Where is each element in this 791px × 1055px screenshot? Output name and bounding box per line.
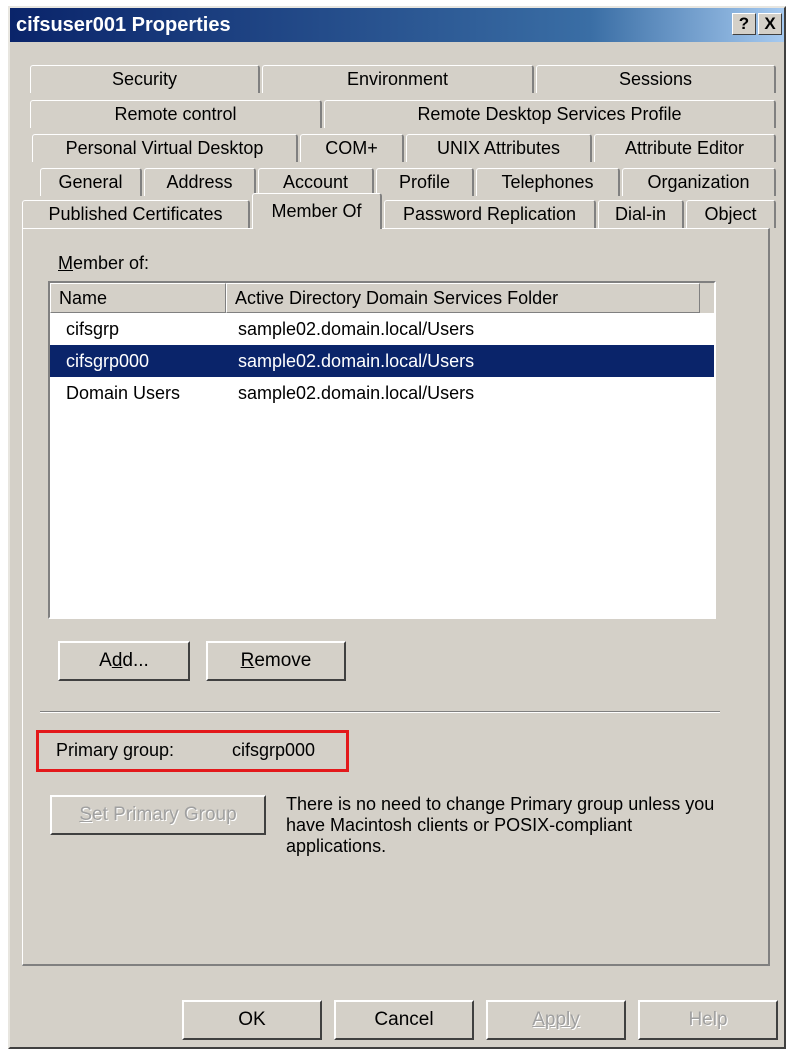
button-label: d... bbox=[122, 650, 149, 671]
highlight-box bbox=[36, 730, 349, 772]
tab-attribute-editor[interactable]: Attribute Editor bbox=[594, 134, 776, 162]
tab-account[interactable]: Account bbox=[258, 168, 374, 196]
group-name: cifsgrp000 bbox=[66, 350, 150, 371]
tab-label: UNIX Attributes bbox=[436, 138, 561, 158]
tab-label: Dial-in bbox=[614, 204, 666, 224]
tab-general[interactable]: General bbox=[40, 168, 142, 196]
cancel-button[interactable]: Cancel bbox=[334, 1000, 474, 1040]
tab-label: Security bbox=[111, 69, 178, 89]
help-dialog-button[interactable]: Help bbox=[638, 1000, 778, 1040]
add-button[interactable]: Ad d... bbox=[58, 641, 190, 681]
button-accelerator: d bbox=[111, 650, 123, 671]
remove-button[interactable]: Remove bbox=[206, 641, 346, 681]
button-accelerator: S bbox=[79, 804, 93, 825]
tab-label: Published Certificates bbox=[48, 204, 223, 224]
set-primary-group-button[interactable]: Set Primary Group bbox=[50, 795, 266, 835]
tab-environment[interactable]: Environment bbox=[262, 65, 534, 93]
tab-label: Account bbox=[282, 172, 349, 192]
tab-com-plus[interactable]: COM+ bbox=[300, 134, 404, 162]
tab-object[interactable]: Object bbox=[686, 200, 776, 228]
list-item[interactable]: Domain Users sample02.domain.local/Users bbox=[50, 377, 714, 409]
tab-organization[interactable]: Organization bbox=[622, 168, 776, 196]
tab-security[interactable]: Security bbox=[30, 65, 260, 93]
button-label: et Primary Group bbox=[92, 804, 237, 825]
tab-label: Organization bbox=[647, 172, 750, 192]
column-header-name[interactable]: Name bbox=[50, 283, 226, 313]
tab-member-of[interactable]: Member Of bbox=[252, 193, 382, 229]
help-button[interactable]: ? bbox=[732, 13, 756, 35]
tab-label: Sessions bbox=[618, 69, 693, 89]
column-header-folder[interactable]: Active Directory Domain Services Folder bbox=[226, 283, 700, 313]
close-button[interactable]: X bbox=[758, 13, 782, 35]
tab-profile[interactable]: Profile bbox=[376, 168, 474, 196]
tab-label: General bbox=[58, 172, 123, 192]
button-label: Apply bbox=[532, 1009, 580, 1030]
button-label: Help bbox=[688, 1009, 728, 1030]
tab-label: Member Of bbox=[271, 201, 362, 221]
tab-password-replication[interactable]: Password Replication bbox=[384, 200, 596, 228]
tab-personal-virtual-desktop[interactable]: Personal Virtual Desktop bbox=[32, 134, 298, 162]
tab-remote-control[interactable]: Remote control bbox=[30, 100, 322, 128]
member-of-label: Member of: bbox=[58, 253, 149, 274]
tab-label: Telephones bbox=[501, 172, 594, 192]
window-title: cifsuser001 Properties bbox=[16, 13, 231, 36]
tab-label: Profile bbox=[398, 172, 451, 192]
group-name: cifsgrp bbox=[66, 318, 120, 339]
group-folder: sample02.domain.local/Users bbox=[238, 350, 475, 371]
tab-label: COM+ bbox=[325, 138, 378, 158]
tab-unix-attributes[interactable]: UNIX Attributes bbox=[406, 134, 592, 162]
tab-address[interactable]: Address bbox=[144, 168, 256, 196]
button-label: A bbox=[99, 650, 112, 671]
tab-dial-in[interactable]: Dial-in bbox=[598, 200, 684, 228]
tab-label: Personal Virtual Desktop bbox=[65, 138, 264, 158]
tab-telephones[interactable]: Telephones bbox=[476, 168, 620, 196]
separator bbox=[40, 711, 720, 713]
tab-published-certificates[interactable]: Published Certificates bbox=[22, 200, 250, 228]
column-label: Name bbox=[59, 287, 108, 308]
tab-label: Environment bbox=[346, 69, 449, 89]
ok-button[interactable]: OK bbox=[182, 1000, 322, 1040]
tab-label: Password Replication bbox=[402, 204, 577, 224]
group-folder: sample02.domain.local/Users bbox=[238, 382, 475, 403]
tab-sessions[interactable]: Sessions bbox=[536, 65, 776, 93]
button-label: Cancel bbox=[374, 1009, 434, 1030]
button-accelerator: R bbox=[240, 650, 255, 671]
column-label: Active Directory Domain Services Folder bbox=[235, 287, 559, 308]
label-text: ember of: bbox=[73, 253, 150, 273]
button-label: emove bbox=[254, 650, 312, 671]
tab-label: Remote Desktop Services Profile bbox=[417, 104, 682, 124]
title-bar[interactable]: cifsuser001 Properties ? X bbox=[10, 8, 784, 42]
primary-group-note: There is no need to change Primary group… bbox=[286, 794, 715, 856]
apply-button[interactable]: Apply bbox=[486, 1000, 626, 1040]
tab-label: Object bbox=[704, 204, 757, 224]
tab-remote-desktop-services-profile[interactable]: Remote Desktop Services Profile bbox=[324, 100, 776, 128]
help-icon: ? bbox=[738, 14, 750, 33]
list-item[interactable]: cifsgrp sample02.domain.local/Users bbox=[50, 313, 714, 345]
member-of-list[interactable]: Name Active Directory Domain Services Fo… bbox=[48, 281, 716, 619]
button-label: OK bbox=[238, 1009, 266, 1030]
group-folder: sample02.domain.local/Users bbox=[238, 318, 475, 339]
close-icon: X bbox=[764, 14, 776, 33]
tab-label: Address bbox=[166, 172, 233, 192]
tab-label: Attribute Editor bbox=[624, 138, 745, 158]
list-header: Name Active Directory Domain Services Fo… bbox=[50, 283, 714, 313]
list-item-selected[interactable]: cifsgrp000 sample02.domain.local/Users bbox=[50, 345, 714, 377]
group-name: Domain Users bbox=[66, 382, 181, 403]
label-accelerator: M bbox=[58, 253, 73, 273]
tab-label: Remote control bbox=[114, 104, 237, 124]
